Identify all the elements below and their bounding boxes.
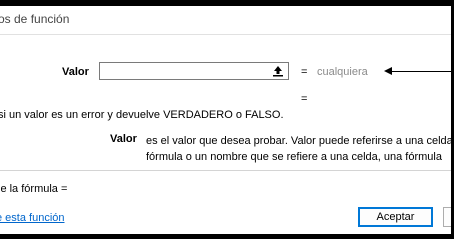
collapse-dialog-button[interactable] (268, 63, 288, 79)
parameter-description-line2: fórmula o un nombre que se refiere a una… (146, 151, 442, 163)
annotation-arrow-line (386, 71, 452, 72)
dialog-title: os de función (0, 12, 70, 26)
parameter-name: Valor (110, 133, 137, 145)
argument-value-hint: cualquiera (317, 66, 368, 78)
collapse-dialog-icon (273, 66, 283, 77)
argument-input[interactable] (99, 62, 289, 80)
accept-button[interactable]: Aceptar (358, 207, 433, 227)
parameter-description: es el valor que desea probar. Valor pued… (146, 133, 454, 165)
title-bar[interactable]: os de función (0, 6, 451, 35)
argument-label: Valor (62, 66, 89, 78)
argument-equals: = (301, 66, 308, 78)
formula-result-label: le la fórmula = (0, 183, 68, 195)
function-description: si un valor es un error y devuelve VERDA… (0, 109, 284, 121)
divider (0, 170, 451, 171)
result-equals: = (301, 93, 308, 105)
help-link[interactable]: e esta función (0, 212, 65, 224)
arrow-left-icon (384, 67, 392, 75)
screen-edge-bottom (0, 234, 454, 239)
parameter-description-line1: es el valor que desea probar. Valor pued… (146, 135, 454, 147)
